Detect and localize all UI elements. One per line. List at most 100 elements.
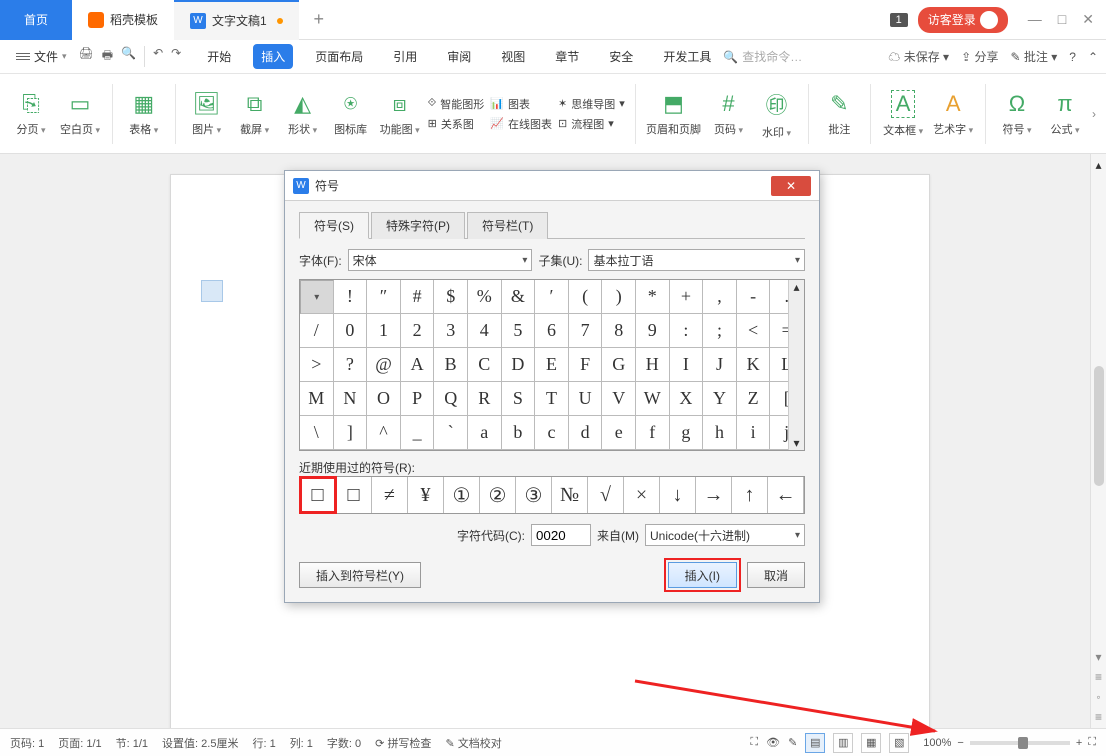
symbol-cell[interactable]: J xyxy=(703,348,737,382)
status-section[interactable]: 节: 1/1 xyxy=(116,735,148,751)
symbol-cell[interactable]: Y xyxy=(703,382,737,416)
ribbon-blank-page[interactable]: ▭空白页 xyxy=(58,87,102,141)
ribbon-icon-lib[interactable]: ⍟图标库 xyxy=(330,87,372,141)
ribbon-watermark[interactable]: ㊞水印 xyxy=(756,84,798,144)
symbol-cell[interactable]: N xyxy=(334,382,368,416)
symbol-cell[interactable]: G xyxy=(602,348,636,382)
dialog-titlebar[interactable]: W 符号 ✕ xyxy=(285,171,819,201)
ribbon-func-chart[interactable]: ⧈功能图 xyxy=(378,87,422,141)
symbol-cell[interactable]: W xyxy=(636,382,670,416)
recent-symbol-cell[interactable]: ① xyxy=(444,477,480,513)
status-col[interactable]: 列: 1 xyxy=(290,735,313,751)
status-words[interactable]: 字数: 0 xyxy=(327,735,361,751)
zoom-label[interactable]: 100% xyxy=(923,737,951,749)
recent-symbol-cell[interactable]: → xyxy=(696,477,732,513)
recent-symbol-cell[interactable]: √ xyxy=(588,477,624,513)
subset-select[interactable]: 基本拉丁语 xyxy=(588,249,805,271)
tab-add[interactable]: + xyxy=(299,9,339,30)
symbol-cell[interactable]: & xyxy=(502,280,536,314)
tab-layout[interactable]: 页面布局 xyxy=(307,44,371,69)
symbol-cell[interactable]: < xyxy=(737,314,771,348)
ribbon-wordart[interactable]: A艺术字 xyxy=(931,87,975,141)
view-page-icon[interactable]: ▤ xyxy=(805,733,825,753)
ribbon-more-icon[interactable]: › xyxy=(1092,107,1096,121)
symbol-cell[interactable]: f xyxy=(636,416,670,450)
symbol-cell[interactable]: , xyxy=(703,280,737,314)
symbol-cell[interactable]: K xyxy=(737,348,771,382)
annotate-button[interactable]: ✎ 批注 ▾ xyxy=(1010,48,1057,65)
symbol-cell[interactable]: 7 xyxy=(569,314,603,348)
redo-icon[interactable]: ↷ xyxy=(171,46,181,67)
symbol-cell[interactable]: D xyxy=(502,348,536,382)
recent-symbol-cell[interactable]: □ xyxy=(336,477,372,513)
scroll-down-icon[interactable]: ▾ xyxy=(1095,650,1101,664)
ribbon-smartart[interactable]: ⟐ 智能图形 xyxy=(428,96,485,112)
zoom-out-icon[interactable]: − xyxy=(957,737,963,749)
ribbon-equation[interactable]: π公式 xyxy=(1044,87,1086,141)
symbol-cell[interactable]: ] xyxy=(334,416,368,450)
symbol-cell[interactable]: a xyxy=(468,416,502,450)
login-button[interactable]: 访客登录 xyxy=(918,7,1008,33)
grid-scrollbar[interactable]: ▴▾ xyxy=(788,280,804,450)
symbol-cell[interactable]: $ xyxy=(434,280,468,314)
symbol-cell[interactable]: R xyxy=(468,382,502,416)
ribbon-chart[interactable]: 📊 图表 xyxy=(490,96,552,112)
symbol-cell[interactable]: 6 xyxy=(535,314,569,348)
recent-symbol-cell[interactable]: ¥ xyxy=(408,477,444,513)
recent-symbol-cell[interactable]: □ xyxy=(300,477,336,513)
ribbon-symbol[interactable]: Ω符号 xyxy=(996,87,1038,141)
tab-chapter[interactable]: 章节 xyxy=(547,44,587,69)
symbol-cell[interactable]: 0 xyxy=(334,314,368,348)
zoom-slider[interactable] xyxy=(970,741,1070,745)
vertical-scrollbar[interactable]: ▴ ▾ ≡ ◦ ≡ xyxy=(1090,154,1106,728)
cancel-button[interactable]: 取消 xyxy=(747,562,805,588)
insert-button[interactable]: 插入(I) xyxy=(668,562,737,588)
symbol-cell[interactable]: ( xyxy=(569,280,603,314)
symbol-cell[interactable]: ? xyxy=(334,348,368,382)
symbol-cell[interactable]: Z xyxy=(737,382,771,416)
symbol-cell[interactable]: T xyxy=(535,382,569,416)
next-page-icon[interactable]: ≡ xyxy=(1095,710,1102,724)
font-select[interactable]: 宋体 xyxy=(348,249,533,271)
symbol-cell[interactable] xyxy=(300,280,334,314)
status-pages[interactable]: 页面: 1/1 xyxy=(58,735,101,751)
symbol-cell[interactable]: ″ xyxy=(367,280,401,314)
symbol-cell[interactable]: ) xyxy=(602,280,636,314)
help-icon[interactable]: ? xyxy=(1069,50,1076,64)
symbol-cell[interactable]: 9 xyxy=(636,314,670,348)
share-button[interactable]: ⇪ 分享 xyxy=(961,48,998,65)
ribbon-online-chart[interactable]: 📈 在线图表 xyxy=(490,116,552,132)
charcode-input[interactable] xyxy=(531,524,591,546)
from-select[interactable]: Unicode(十六进制) xyxy=(645,524,805,546)
ribbon-picture[interactable]: 🖼图片 xyxy=(186,87,228,141)
tab-document[interactable]: W 文字文稿1 xyxy=(174,0,299,40)
preview-icon[interactable]: 🔍 xyxy=(121,46,136,67)
maximize-icon[interactable]: □ xyxy=(1058,11,1066,28)
notification-badge[interactable]: 1 xyxy=(890,13,908,27)
symbol-cell[interactable]: ! xyxy=(334,280,368,314)
symbol-cell[interactable]: + xyxy=(670,280,704,314)
tab-reference[interactable]: 引用 xyxy=(385,44,425,69)
symbol-cell[interactable]: # xyxy=(401,280,435,314)
tab-start[interactable]: 开始 xyxy=(199,44,239,69)
symbol-cell[interactable]: C xyxy=(468,348,502,382)
symbol-cell[interactable]: E xyxy=(535,348,569,382)
ribbon-textbox[interactable]: A文本框 xyxy=(881,86,925,142)
symbol-cell[interactable]: ; xyxy=(703,314,737,348)
symbol-cell[interactable]: H xyxy=(636,348,670,382)
undo-icon[interactable]: ↶ xyxy=(153,46,163,67)
tab-insert[interactable]: 插入 xyxy=(253,44,293,69)
symbol-cell[interactable]: M xyxy=(300,382,334,416)
symbol-cell[interactable]: * xyxy=(636,280,670,314)
save-icon[interactable]: 🖨 xyxy=(79,46,94,67)
dialog-tab-symbol[interactable]: 符号(S) xyxy=(299,212,369,239)
recent-symbol-cell[interactable]: № xyxy=(552,477,588,513)
symbol-cell[interactable]: 3 xyxy=(434,314,468,348)
collapse-ribbon-icon[interactable]: ⌃ xyxy=(1088,50,1098,64)
zoom-in-icon[interactable]: + xyxy=(1076,737,1082,749)
ribbon-screenshot[interactable]: ⧉截屏 xyxy=(234,87,276,141)
symbol-cell[interactable]: b xyxy=(502,416,536,450)
scroll-up-icon[interactable]: ▴ xyxy=(1095,158,1101,172)
recent-symbol-cell[interactable]: ≠ xyxy=(372,477,408,513)
ribbon-flowchart[interactable]: ⊡ 流程图 ▾ xyxy=(558,116,625,132)
